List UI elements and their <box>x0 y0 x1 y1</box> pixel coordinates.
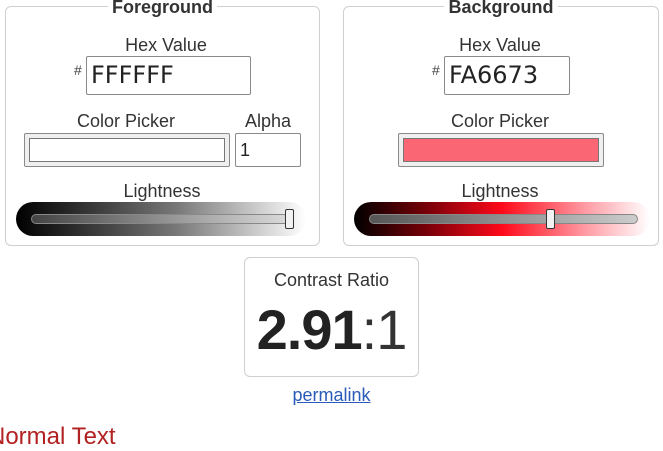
bg-lightness-label: Lightness <box>461 181 539 201</box>
background-panel: Background Hex Value # FA6673 Color Pick… <box>343 0 659 246</box>
fg-alpha-label: Alpha <box>244 111 292 131</box>
bg-color-swatch <box>403 138 599 162</box>
fg-lightness-track <box>31 214 294 224</box>
bg-hex-label: Hex Value <box>459 35 541 55</box>
permalink-row: permalink <box>0 385 663 406</box>
fg-hex-label: Hex Value <box>125 35 207 55</box>
bg-hex-input[interactable]: FA6673 <box>444 56 570 95</box>
bg-lightness-thumb[interactable] <box>545 209 555 229</box>
fg-lightness-slider[interactable] <box>16 202 306 236</box>
normal-text-sample: Normal Text <box>0 423 116 450</box>
contrast-checker: Foreground Hex Value # FFFFFF Color Pick… <box>0 0 663 451</box>
bg-hash-symbol: # <box>432 62 440 78</box>
fg-hex-input[interactable]: FFFFFF <box>86 56 251 95</box>
contrast-ratio-value: 2.91:1 <box>245 298 418 362</box>
fg-color-swatch <box>29 138 225 162</box>
bg-lightness-slider[interactable] <box>354 202 650 236</box>
ratio-number: 2.91 <box>256 298 363 361</box>
bg-color-picker[interactable] <box>398 133 604 167</box>
ratio-tail: 1 <box>376 298 407 361</box>
background-legend: Background <box>344 0 658 17</box>
fg-color-picker-label: Color Picker <box>76 111 176 131</box>
fg-hash-symbol: # <box>74 62 82 78</box>
bg-lightness-track <box>369 214 638 224</box>
permalink-link[interactable]: permalink <box>292 385 370 405</box>
foreground-legend: Foreground <box>6 0 319 17</box>
contrast-ratio-box: Contrast Ratio 2.91:1 <box>244 257 419 377</box>
ratio-separator: : <box>361 298 378 361</box>
fg-alpha-input[interactable]: 1 <box>235 133 301 167</box>
contrast-ratio-title: Contrast Ratio <box>273 270 390 290</box>
bg-color-picker-label: Color Picker <box>450 111 550 131</box>
foreground-panel: Foreground Hex Value # FFFFFF Color Pick… <box>5 0 320 246</box>
fg-lightness-thumb[interactable] <box>285 209 294 229</box>
fg-lightness-label: Lightness <box>123 181 201 201</box>
fg-color-picker[interactable] <box>24 133 230 167</box>
